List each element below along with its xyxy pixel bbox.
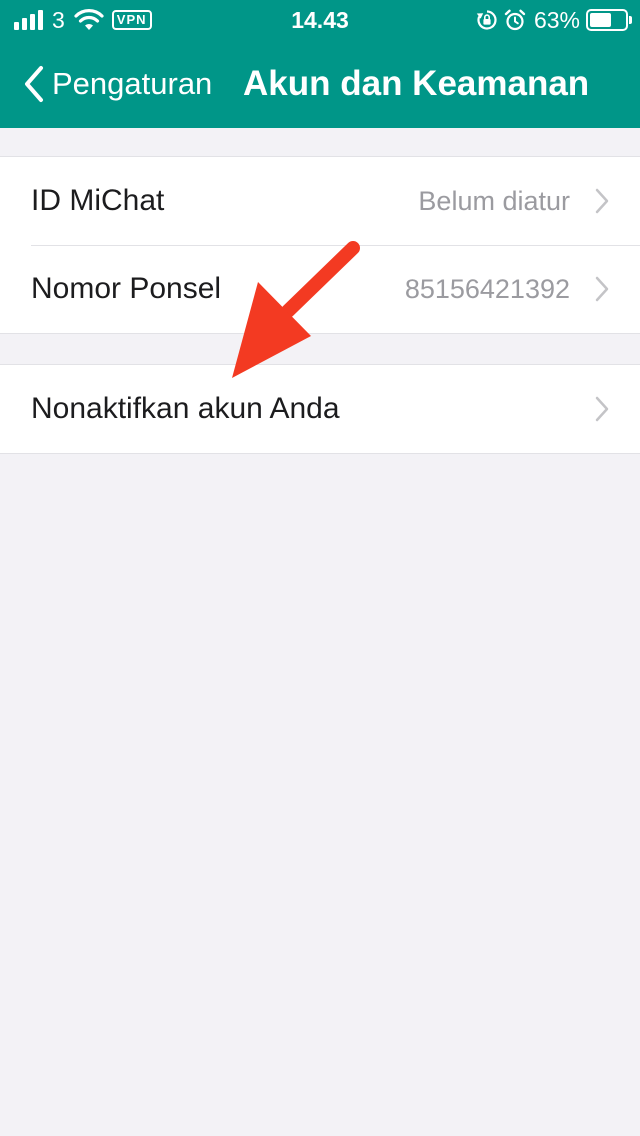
back-chevron-icon xyxy=(25,66,43,102)
page-title: Akun dan Keamanan xyxy=(243,64,590,103)
chevron-right-icon xyxy=(595,396,609,422)
deactivate-account-row[interactable]: Nonaktifkan akun Anda xyxy=(0,365,640,453)
status-bar: 3 VPN 14.43 63% xyxy=(0,0,640,40)
rotation-lock-icon xyxy=(476,10,497,30)
battery-icon xyxy=(586,9,632,31)
chevron-right-icon xyxy=(595,188,609,214)
status-bar-right: 63% xyxy=(476,6,632,34)
michat-id-row[interactable]: ID MiChat Belum diatur xyxy=(0,157,640,245)
chevron-right-icon xyxy=(595,276,609,302)
navigation-bar: Pengaturan Akun dan Keamanan xyxy=(0,44,640,124)
deactivate-account-label: Nonaktifkan akun Anda xyxy=(31,392,340,425)
alarm-icon xyxy=(504,9,526,31)
settings-group-account: ID MiChat Belum diatur Nomor Ponsel 8515… xyxy=(0,156,640,334)
phone-number-value: 85156421392 xyxy=(404,274,570,304)
phone-number-label: Nomor Ponsel xyxy=(31,272,222,305)
back-label: Pengaturan xyxy=(52,66,213,101)
phone-number-row[interactable]: Nomor Ponsel 85156421392 xyxy=(0,245,640,333)
battery-percent: 63% xyxy=(533,6,580,33)
michat-id-label: ID MiChat xyxy=(31,184,165,217)
back-button[interactable]: Pengaturan xyxy=(22,62,212,106)
michat-id-value: Belum diatur xyxy=(418,186,570,216)
app-header: 3 VPN 14.43 63% Pengaturan Akun dan Keam… xyxy=(0,0,640,128)
settings-group-deactivate: Nonaktifkan akun Anda xyxy=(0,364,640,454)
